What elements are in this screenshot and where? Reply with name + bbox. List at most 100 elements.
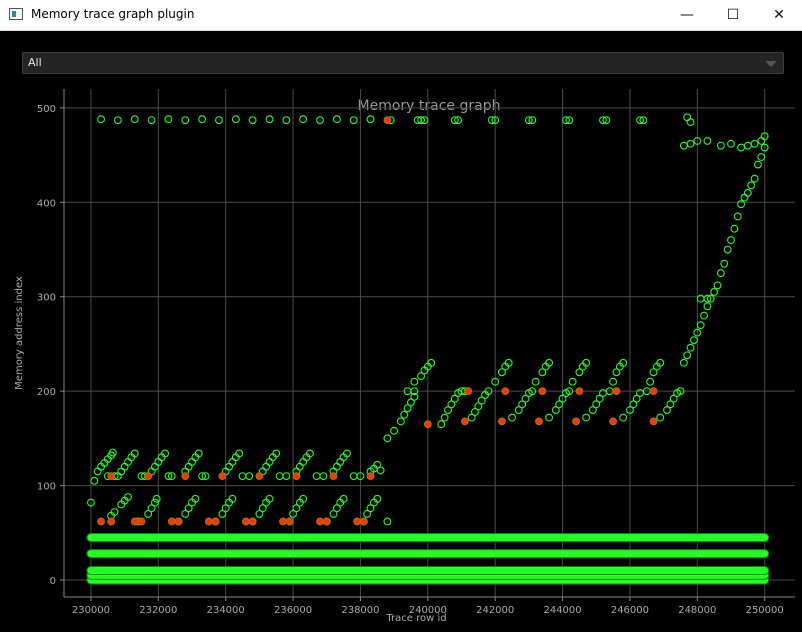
plugin-content: All Memory trace graph 230000 232000 234000…	[7, 31, 795, 627]
scatter-point	[238, 472, 247, 481]
scatter-point	[683, 113, 692, 122]
y-tick-label: 500	[37, 104, 56, 115]
scatter-point-write	[285, 517, 294, 526]
scatter-point	[686, 139, 695, 148]
scatter-point	[93, 467, 102, 476]
scatter-point	[336, 458, 345, 466]
scatter-point	[757, 136, 766, 145]
scatter-point	[262, 462, 271, 471]
window-title: Memory trace graph plugin	[31, 7, 195, 21]
scatter-point	[312, 472, 321, 481]
x-tick-label: 248000	[678, 605, 716, 616]
scatter-point-write	[316, 517, 324, 526]
scatter-point-write	[174, 517, 183, 526]
scatter-point	[686, 118, 695, 126]
chart-title: Memory trace graph	[358, 98, 501, 114]
maximize-button[interactable]: ☐	[710, 0, 756, 30]
scatter-point-write	[248, 517, 257, 526]
scatter-point	[400, 410, 409, 419]
scatter-point-write	[464, 387, 473, 396]
scatter-point	[248, 116, 257, 125]
scatter-point	[723, 245, 732, 254]
scatter-point	[750, 139, 759, 148]
scatter-point	[332, 115, 341, 124]
scatter-point	[181, 116, 190, 125]
app-icon	[9, 8, 23, 20]
scatter-point	[198, 115, 207, 124]
scatter-point	[282, 116, 291, 125]
scatter-point-write	[612, 387, 621, 396]
scatter-point-write	[322, 517, 331, 526]
scatter-point	[720, 259, 729, 268]
scatter-point	[716, 141, 725, 150]
scatter-point-write	[535, 417, 543, 426]
scatter-point	[147, 116, 156, 125]
scatter-point	[437, 420, 446, 429]
band-marker	[86, 566, 770, 576]
scatter-point-write	[501, 387, 510, 396]
scatter-point	[679, 141, 688, 150]
y-tick-label: 200	[37, 387, 56, 398]
scatter-point	[215, 116, 223, 125]
scatter-point	[316, 116, 324, 125]
scatter-point	[396, 417, 405, 426]
y-tick-label: 400	[37, 198, 56, 209]
x-tick-label: 230000	[72, 605, 110, 616]
y-axis-label: Memory address index	[14, 276, 25, 390]
scatter-point	[656, 413, 665, 422]
scatter-point	[727, 236, 735, 245]
scatter-point-write	[649, 417, 658, 426]
scatter-point	[124, 458, 132, 466]
scatter-point-write	[107, 517, 116, 526]
scatter-point	[130, 115, 139, 124]
scatter-point	[743, 188, 752, 197]
scatter-point	[689, 336, 698, 345]
scatter-point	[90, 476, 99, 485]
scatter-point	[299, 115, 308, 124]
scatter-point-write	[649, 387, 658, 396]
scatter-point-write	[255, 472, 264, 481]
scatter-point	[188, 458, 196, 466]
x-tick-label: 236000	[274, 605, 312, 616]
scatter-point	[228, 458, 237, 466]
scatter-point-write	[292, 472, 301, 481]
x-tick-label: 232000	[139, 605, 177, 616]
scatter-point-write	[575, 387, 584, 396]
scatter-point	[383, 517, 392, 526]
scatter-point	[730, 224, 739, 233]
y-tick-label: 100	[37, 482, 56, 493]
scatter-point-write	[423, 420, 432, 429]
scatter-point-write	[498, 417, 506, 426]
scatter-point-write	[329, 472, 338, 481]
scatter-point	[609, 377, 618, 386]
scatter-point	[410, 377, 419, 386]
scatter-point-write	[144, 472, 153, 481]
scatter-point	[319, 472, 328, 481]
minimize-button[interactable]: —	[664, 0, 710, 30]
scatter-point	[245, 472, 254, 481]
scatter-point-write	[279, 517, 287, 526]
x-tick-label: 234000	[207, 605, 245, 616]
scatter-point	[683, 351, 692, 360]
scatter-point	[225, 462, 234, 471]
scatter-point-write	[130, 517, 139, 526]
memory-trace-chart[interactable]: Memory trace graph 230000 232000 234000 2360…	[7, 31, 795, 627]
scatter-point	[265, 115, 274, 124]
scatter-point	[713, 281, 722, 290]
scatter-point	[299, 458, 308, 466]
scatter-point	[440, 413, 449, 422]
y-tick-label: 300	[37, 293, 56, 304]
scatter-point	[184, 462, 193, 471]
band-marker	[86, 533, 770, 543]
close-button[interactable]: ✕	[756, 0, 802, 30]
scatter-point-write	[204, 517, 213, 526]
scatter-point-write	[609, 417, 617, 426]
scatter-point	[349, 116, 358, 125]
scatter-point	[117, 467, 126, 476]
scatter-point	[282, 472, 291, 481]
scatter-point-write	[538, 387, 547, 396]
scatter-point-write	[383, 116, 392, 125]
scatter-point-write	[107, 472, 116, 481]
scatter-point	[332, 462, 341, 471]
scatter-point-write	[97, 517, 105, 526]
